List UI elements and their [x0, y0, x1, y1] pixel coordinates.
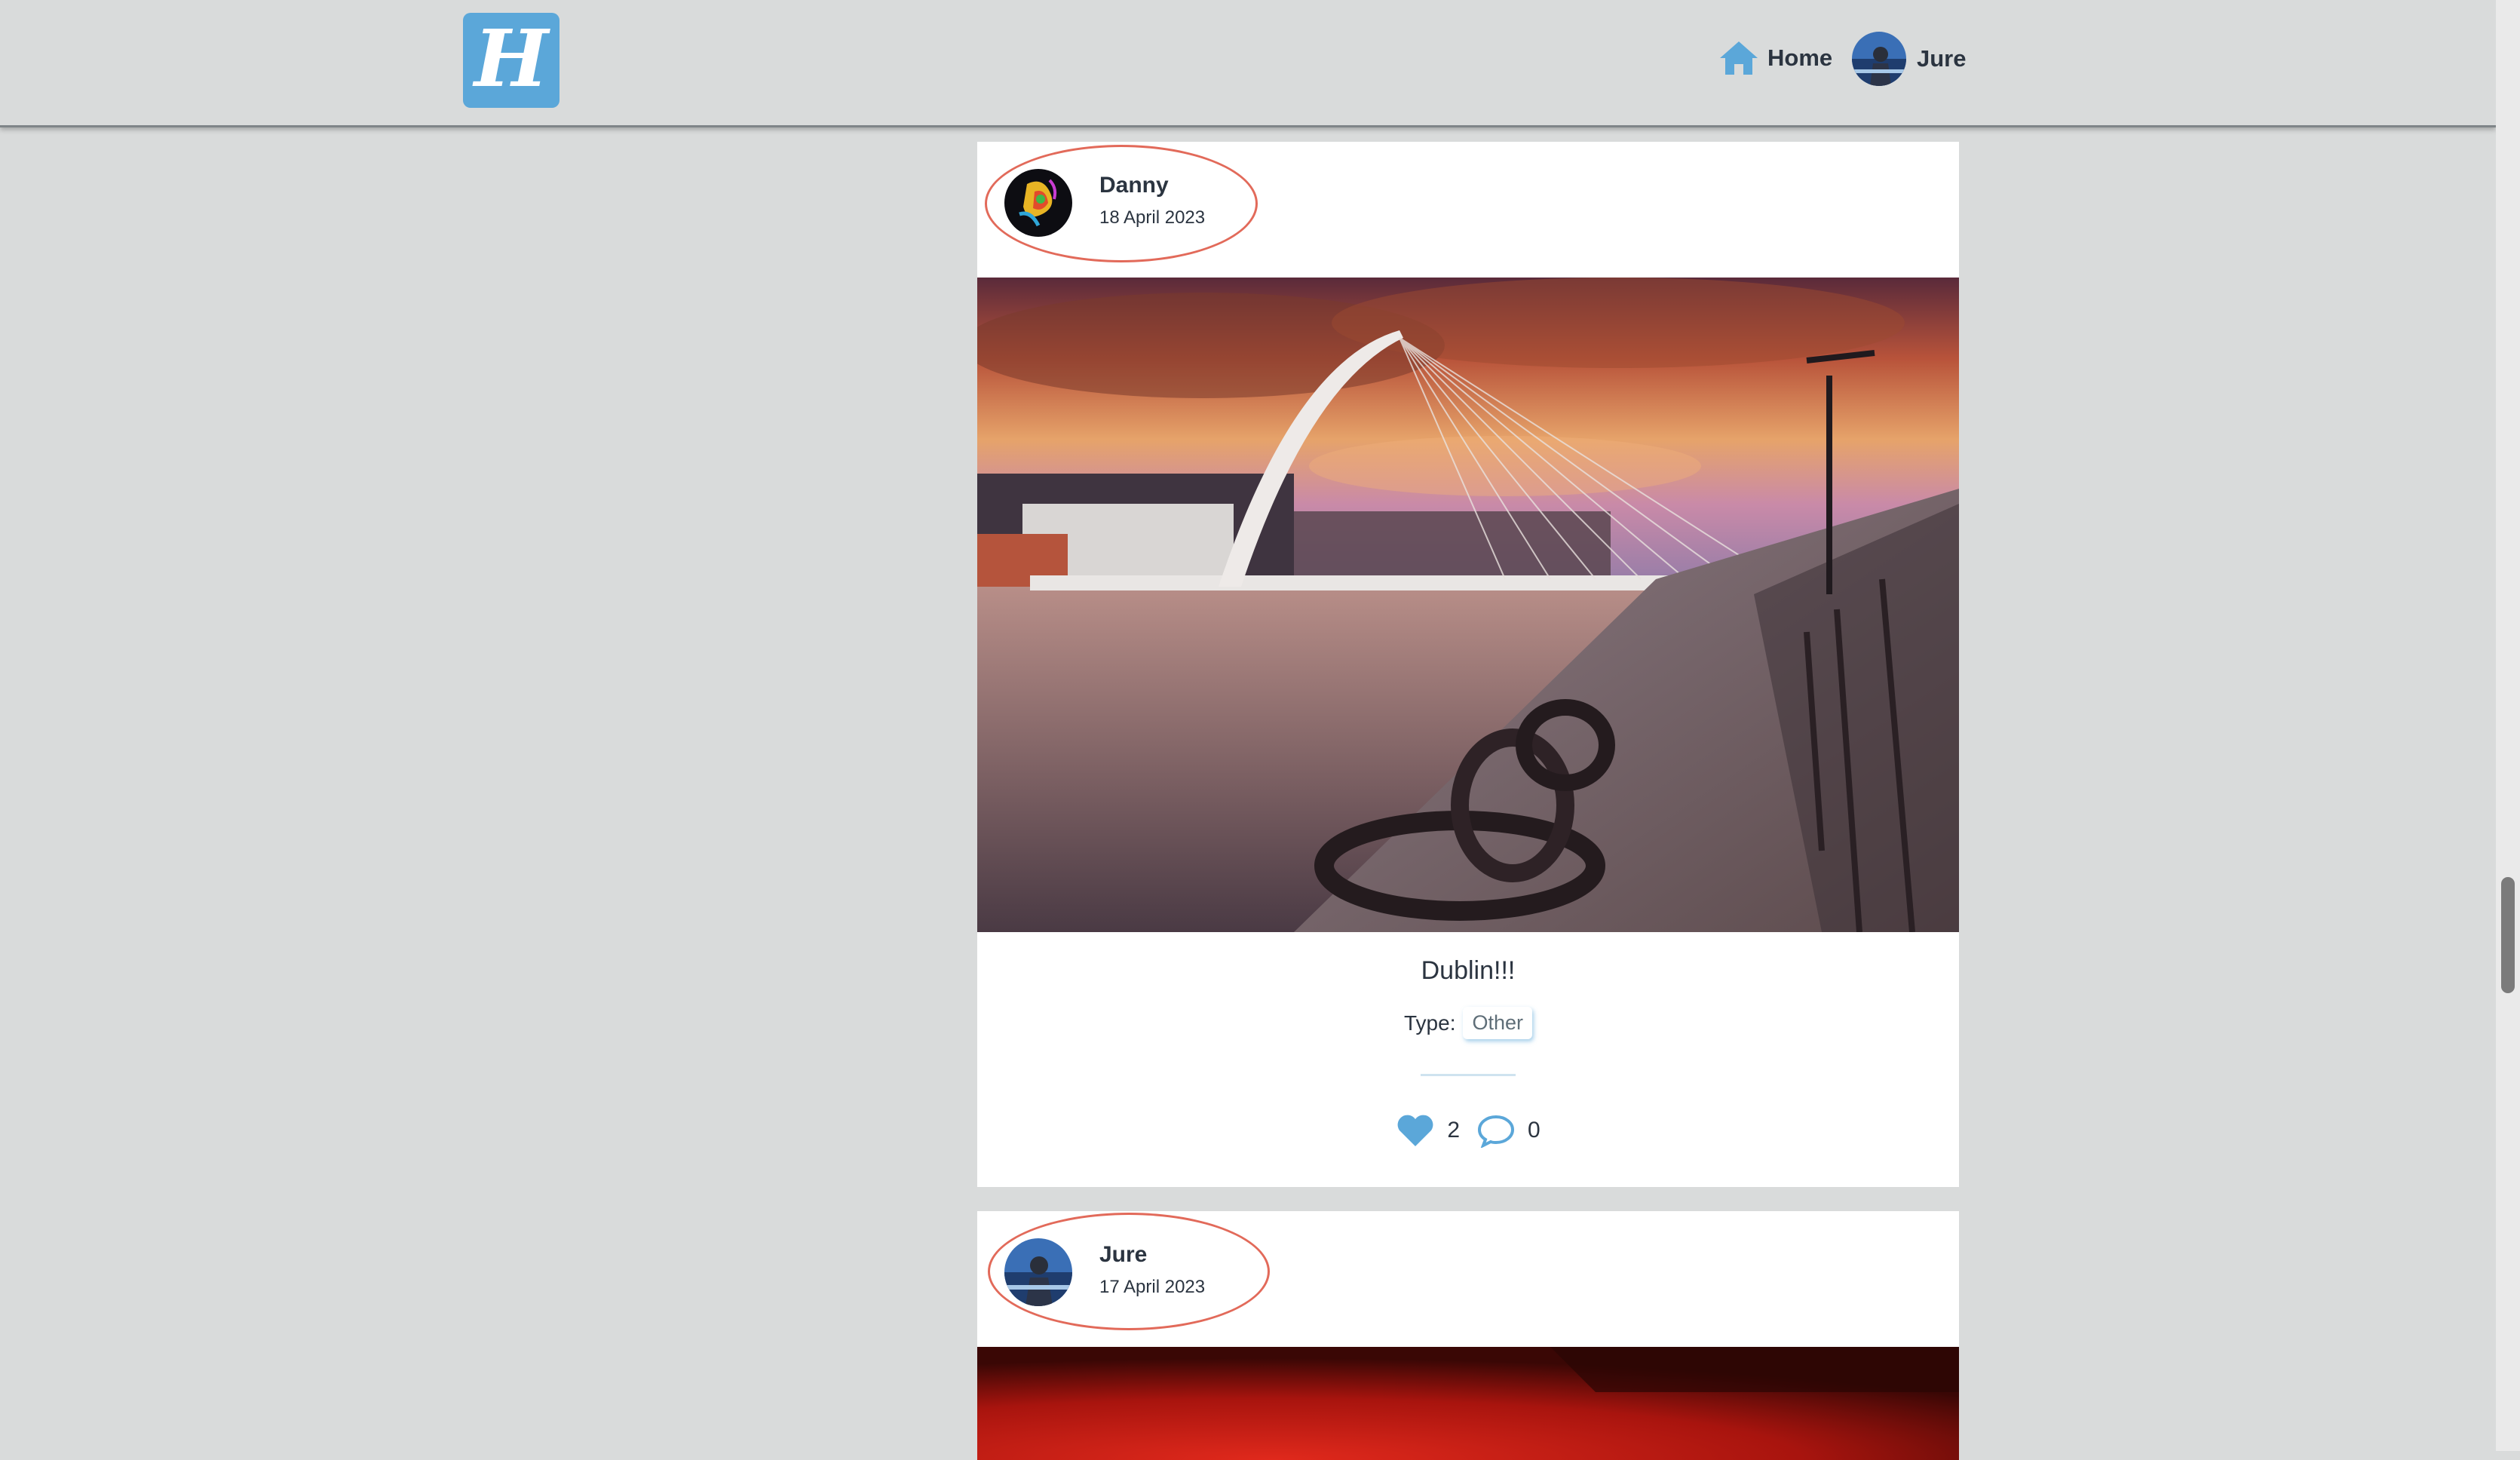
comment-button[interactable]	[1476, 1113, 1516, 1148]
post-type-row: Type: Other	[977, 1007, 1959, 1039]
nav-home-label: Home	[1767, 44, 1833, 71]
author-avatar	[1004, 1238, 1072, 1306]
home-icon	[1720, 41, 1758, 75]
like-button[interactable]	[1396, 1113, 1435, 1148]
type-tag[interactable]: Other	[1463, 1007, 1532, 1039]
post-card: Jure 17 April 2023	[977, 1211, 1959, 1460]
post-date: 17 April 2023	[1099, 1277, 1206, 1297]
nav-user-label: Jure	[1917, 45, 1967, 72]
post-image[interactable]	[977, 1347, 1959, 1460]
heart-icon	[1397, 1115, 1433, 1146]
post-card: Danny 18 April 2023 Dublin!!! Type: Othe…	[977, 142, 1959, 1187]
author-name: Danny	[1099, 173, 1169, 198]
user-avatar	[1852, 32, 1906, 86]
post-image[interactable]	[977, 278, 1959, 932]
app-logo[interactable]: H	[463, 13, 559, 108]
post-date: 18 April 2023	[1099, 207, 1206, 228]
logo-letter: H	[474, 12, 549, 105]
scrollbar-thumb[interactable]	[2501, 877, 2515, 993]
comment-icon	[1477, 1115, 1515, 1148]
nav-home-link[interactable]: Home	[1718, 38, 1832, 78]
nav-user-profile-link[interactable]: Jure	[1852, 32, 1966, 86]
divider	[1421, 1074, 1516, 1076]
top-navigation-bar: H Home Jure	[0, 0, 2496, 127]
type-label: Type:	[1403, 1011, 1456, 1035]
post-author[interactable]: Danny 18 April 2023	[1004, 169, 1205, 237]
like-count: 2	[1447, 1118, 1460, 1143]
comment-count: 0	[1528, 1118, 1541, 1143]
author-avatar	[1004, 169, 1072, 237]
page-scrollbar[interactable]	[2496, 0, 2520, 1451]
author-name: Jure	[1099, 1242, 1148, 1267]
post-title: Dublin!!!	[1421, 956, 1516, 985]
post-reactions: 2 0	[977, 1113, 1959, 1148]
post-author[interactable]: Jure 17 April 2023	[1004, 1238, 1205, 1306]
